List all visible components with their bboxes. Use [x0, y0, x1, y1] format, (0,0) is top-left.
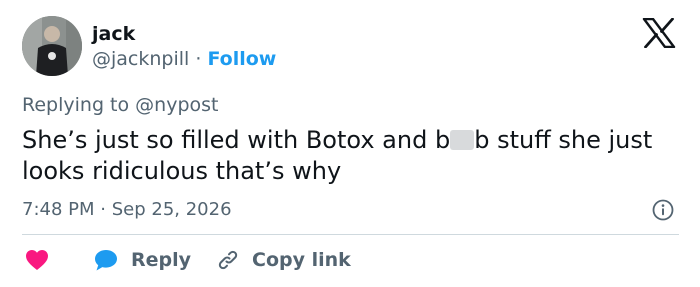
info-icon[interactable] [652, 199, 674, 221]
tweet-timestamp[interactable]: 7:48 PM · Sep 25, 2026 [22, 198, 232, 222]
author-handle-row: @jacknpill · Follow [92, 47, 276, 71]
x-logo-icon[interactable] [642, 18, 676, 48]
replying-to-handle[interactable]: @nypost [135, 94, 218, 116]
avatar-image [22, 16, 82, 76]
follow-button[interactable]: Follow [207, 48, 276, 70]
copy-link-button[interactable]: Copy link [216, 247, 351, 273]
copy-link-label: Copy link [252, 249, 351, 271]
speech-bubble-icon [95, 250, 117, 271]
censor-blur [450, 130, 475, 150]
replying-to-line: Replying to @nypost [22, 93, 219, 117]
like-button[interactable] [25, 247, 49, 273]
author-avatar[interactable] [22, 16, 82, 76]
tweet-text-part1: She’s just so filled with Botox and b [22, 126, 451, 154]
reply-button[interactable]: Reply [93, 247, 191, 273]
tweet-date: Sep 25, 2026 [111, 199, 232, 220]
timestamp-separator: · [100, 199, 106, 220]
handle-separator: · [195, 48, 202, 70]
author-handle[interactable]: @jacknpill [92, 48, 189, 70]
replying-to-label: Replying to [22, 94, 130, 116]
author-name[interactable]: jack [92, 22, 135, 46]
tweet-time: 7:48 PM [22, 199, 95, 220]
link-icon [218, 250, 238, 270]
heart-icon [26, 250, 48, 270]
divider [22, 234, 679, 235]
tweet-text: She’s just so filled with Botox and bb s… [22, 125, 682, 187]
reply-label: Reply [131, 249, 192, 271]
